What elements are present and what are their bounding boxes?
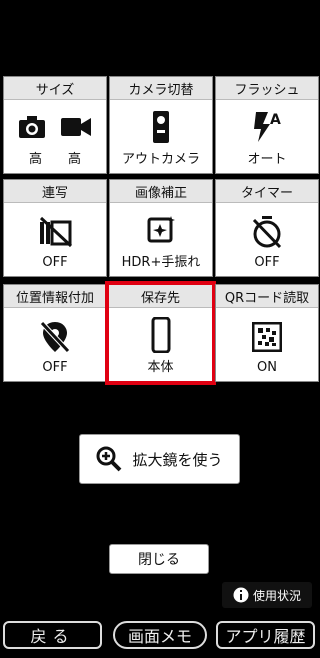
- image-correct-icon: [147, 216, 175, 243]
- tile-header: サイズ: [4, 77, 106, 100]
- tile-header: 連写: [4, 180, 106, 203]
- usage-label: 使用状況: [252, 588, 301, 603]
- back-button[interactable]: 戻る: [3, 621, 102, 649]
- usage-status-button[interactable]: 使用状況: [222, 582, 312, 608]
- tile-save-location[interactable]: 保存先 本体: [105, 281, 216, 385]
- flash-auto-icon: A: [254, 112, 281, 142]
- tile-value: OFF: [42, 255, 68, 270]
- tile-burst[interactable]: 連写 OFF: [3, 179, 107, 277]
- qr-icon: [252, 322, 282, 352]
- tile-image-correct[interactable]: 画像補正 HDR+手振れ: [109, 179, 213, 277]
- tile-size[interactable]: サイズ 高 高: [3, 76, 107, 174]
- magnifier-button[interactable]: 拡大鏡を使う: [79, 434, 240, 484]
- tile-header: タイマー: [216, 180, 318, 203]
- tile-header: QRコード読取: [216, 285, 318, 308]
- svg-text:A: A: [270, 112, 281, 128]
- camera-switch-icon: [153, 111, 169, 143]
- tile-header: フラッシュ: [216, 77, 318, 100]
- tile-value: 高: [28, 152, 42, 167]
- tile-header: 保存先: [109, 285, 212, 308]
- tile-flash[interactable]: フラッシュ A オート: [215, 76, 319, 174]
- app-history-label: アプリ履歴: [225, 627, 306, 646]
- back-label: 戻る: [30, 627, 75, 646]
- tile-value: アウトカメラ: [121, 152, 200, 167]
- tile-header: カメラ切替: [110, 77, 212, 100]
- tile-camera-switch[interactable]: カメラ切替 アウトカメラ: [109, 76, 213, 174]
- info-icon: [233, 587, 249, 603]
- phone-icon: [151, 317, 170, 353]
- timer-off-icon: [252, 216, 282, 249]
- tile-qr[interactable]: QRコード読取 ON: [215, 284, 319, 382]
- tile-value: OFF: [254, 255, 280, 270]
- zoom-in-icon: [96, 446, 122, 472]
- screen-memo-button[interactable]: 画面メモ: [113, 621, 207, 649]
- tile-value: オート: [247, 152, 287, 167]
- location-off-icon: [40, 321, 70, 353]
- close-label: 閉じる: [138, 552, 180, 568]
- camera-icon: [19, 116, 45, 138]
- screen-memo-label: 画面メモ: [127, 627, 192, 646]
- tile-location[interactable]: 位置情報付加 OFF: [3, 284, 107, 382]
- tile-timer[interactable]: タイマー OFF: [215, 179, 319, 277]
- tile-value: 本体: [147, 360, 174, 375]
- tile-value: ON: [257, 360, 277, 375]
- app-history-button[interactable]: アプリ履歴: [216, 621, 315, 649]
- tile-header: 位置情報付加: [4, 285, 106, 308]
- burst-off-icon: [39, 216, 73, 248]
- magnifier-label: 拡大鏡を使う: [132, 450, 223, 469]
- tile-header: 画像補正: [110, 180, 212, 203]
- tile-value: 高: [68, 152, 82, 167]
- tile-value: OFF: [42, 360, 68, 375]
- video-camera-icon: [61, 118, 91, 136]
- tile-value: HDR+手振れ: [121, 255, 201, 270]
- close-button[interactable]: 閉じる: [109, 544, 209, 574]
